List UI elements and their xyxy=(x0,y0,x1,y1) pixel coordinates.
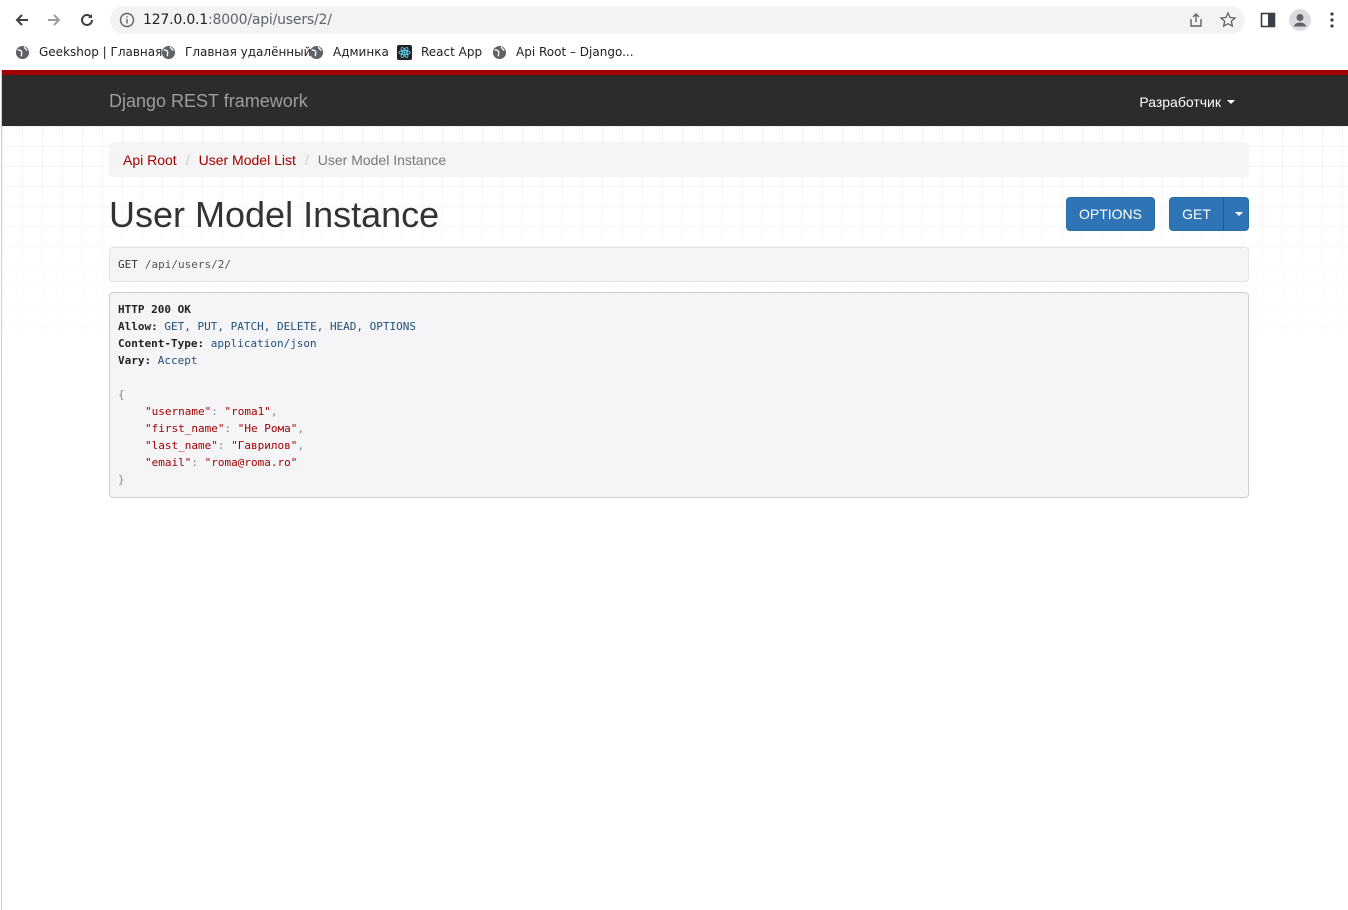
header-name: Allow: xyxy=(118,320,158,333)
caret-down-icon xyxy=(1235,212,1243,216)
top-navbar: Django REST framework Разработчик xyxy=(2,70,1348,126)
json-value: "Гаврилов" xyxy=(231,439,298,452)
json-close-brace: } xyxy=(118,473,125,486)
header-name: Vary: xyxy=(118,354,152,367)
url-host: 127.0.0.1 xyxy=(143,12,208,28)
bookmark-label: Geekshop | Главная xyxy=(39,45,163,59)
browser-toolbar: 127.0.0.1:8000/api/users/2/ xyxy=(0,0,1348,40)
breadcrumb-separator: / xyxy=(185,151,190,168)
bookmark-api-root[interactable]: Api Root – Django... xyxy=(492,43,634,61)
back-icon[interactable] xyxy=(10,8,34,32)
bookmark-react-app[interactable]: React App xyxy=(397,43,482,61)
bookmarks-bar: Geekshop | Главная Главная удалённый Адм… xyxy=(0,40,1348,64)
breadcrumb-separator: / xyxy=(304,151,309,168)
caret-down-icon xyxy=(1227,100,1235,104)
globe-icon xyxy=(309,45,324,59)
globe-icon xyxy=(161,45,176,59)
header-value: application/json xyxy=(210,337,317,350)
json-key: "first_name" xyxy=(145,422,225,435)
url-text: 127.0.0.1:8000/api/users/2/ xyxy=(143,12,332,28)
navbar-brand[interactable]: Django REST framework xyxy=(109,91,308,112)
side-panel-icon[interactable] xyxy=(1257,9,1279,31)
get-format-dropdown[interactable] xyxy=(1223,197,1249,231)
json-field: "last_name": "Гаврилов", xyxy=(145,439,304,452)
response-header-allow: Allow: GET, PUT, PATCH, DELETE, HEAD, OP… xyxy=(118,318,1240,335)
breadcrumb-current: User Model Instance xyxy=(317,151,447,168)
json-open-brace: { xyxy=(118,388,125,401)
bookmark-label: Главная удалённый xyxy=(185,45,312,59)
bookmark-label: React App xyxy=(421,45,483,59)
response-header-content-type: Content-Type: application/json xyxy=(118,335,1240,352)
bookmark-label: Api Root – Django... xyxy=(516,45,634,59)
request-path: /api/users/2/ xyxy=(144,258,231,271)
page-content: Django REST framework Разработчик Api Ro… xyxy=(1,70,1348,910)
json-key: "email" xyxy=(145,456,192,469)
share-icon[interactable] xyxy=(1187,11,1205,29)
star-icon[interactable] xyxy=(1219,11,1237,29)
react-icon xyxy=(397,44,412,60)
header-name: Content-Type: xyxy=(118,337,205,350)
globe-icon xyxy=(15,45,30,59)
forward-icon[interactable] xyxy=(42,8,66,32)
bookmark-label: Админка xyxy=(333,45,389,59)
bookmark-admin[interactable]: Админка xyxy=(309,43,389,61)
json-key: "username" xyxy=(145,405,212,418)
request-info: GET /api/users/2/ xyxy=(109,247,1249,282)
json-value: "roma@roma.ro" xyxy=(204,456,298,469)
header-value: Accept xyxy=(157,354,198,367)
more-menu-icon[interactable] xyxy=(1321,9,1343,31)
page-title: User Model Instance xyxy=(109,194,440,235)
json-key: "last_name" xyxy=(145,439,218,452)
user-name: Разработчик xyxy=(1139,94,1221,110)
breadcrumb-user-model-list[interactable]: User Model List xyxy=(199,152,296,168)
breadcrumb: Api Root / User Model List / User Model … xyxy=(109,142,1249,177)
response-status: HTTP 200 OK xyxy=(118,303,191,316)
json-field: "first_name": "Не Рома", xyxy=(145,422,304,435)
url-path: :8000/api/users/2/ xyxy=(208,12,332,28)
reload-icon[interactable] xyxy=(75,8,99,32)
globe-icon xyxy=(492,45,507,59)
json-value: "Не Рома" xyxy=(237,422,298,435)
bookmark-geekshop[interactable]: Geekshop | Главная xyxy=(15,43,162,61)
json-value: "roma1" xyxy=(224,405,271,418)
json-field: "email": "roma@roma.ro" xyxy=(145,456,298,469)
address-bar[interactable]: 127.0.0.1:8000/api/users/2/ xyxy=(110,6,1245,34)
json-field: "username": "roma1", xyxy=(145,405,278,418)
get-button[interactable]: GET xyxy=(1169,197,1224,231)
breadcrumb-api-root[interactable]: Api Root xyxy=(123,152,177,168)
request-method: GET xyxy=(118,258,138,271)
bookmark-home-remote[interactable]: Главная удалённый xyxy=(161,43,311,61)
response-info: HTTP 200 OK Allow: GET, PUT, PATCH, DELE… xyxy=(109,292,1249,498)
profile-avatar-icon[interactable] xyxy=(1289,9,1311,31)
options-button[interactable]: OPTIONS xyxy=(1066,197,1155,231)
user-dropdown[interactable]: Разработчик xyxy=(1139,94,1235,110)
info-icon[interactable] xyxy=(119,12,135,28)
response-header-vary: Vary: Accept xyxy=(118,352,1240,369)
header-value: GET, PUT, PATCH, DELETE, HEAD, OPTIONS xyxy=(164,320,417,333)
